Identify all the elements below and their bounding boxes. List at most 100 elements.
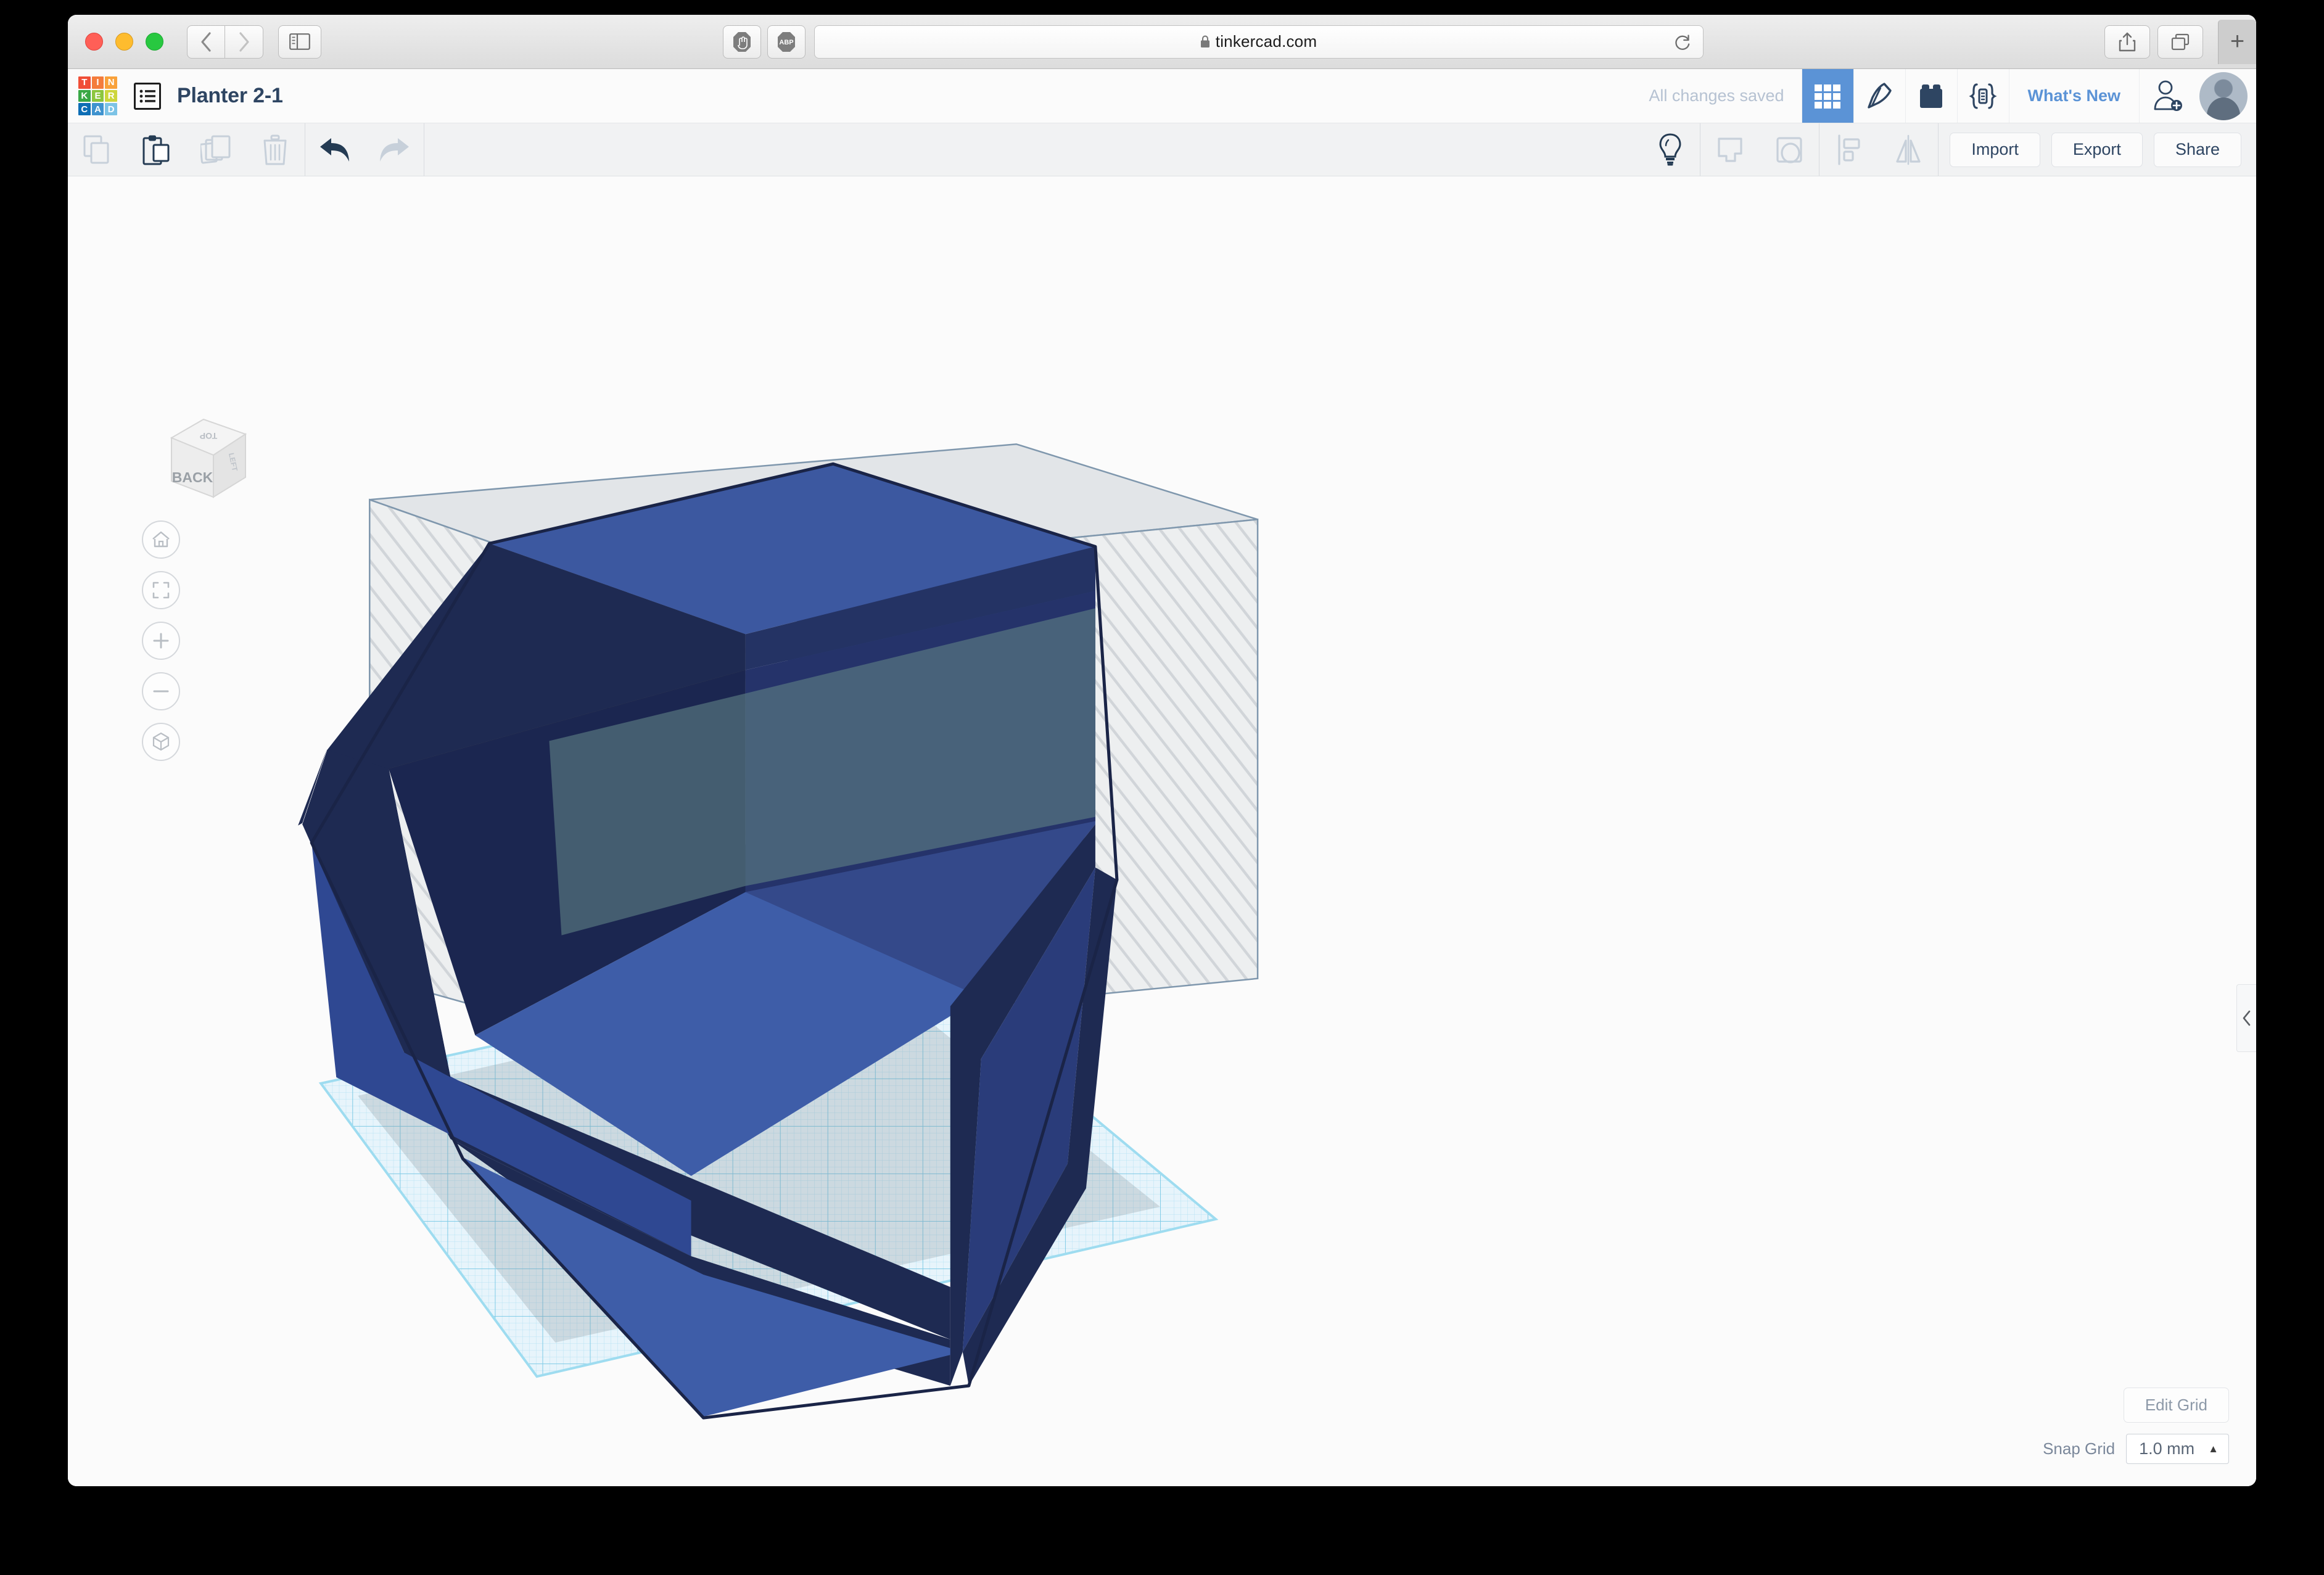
copy-button[interactable] bbox=[68, 123, 127, 176]
edit-grid-button[interactable]: Edit Grid bbox=[2123, 1388, 2229, 1423]
ungroup-shapes-icon bbox=[1776, 136, 1802, 163]
code-braces-icon bbox=[1969, 83, 1997, 109]
home-view-button[interactable] bbox=[142, 520, 180, 559]
lock-icon bbox=[1200, 35, 1210, 48]
ghostery-extension-button[interactable] bbox=[722, 25, 761, 59]
tab-3d-designs[interactable] bbox=[1801, 69, 1853, 123]
import-button[interactable]: Import bbox=[1950, 132, 2040, 167]
home-icon bbox=[152, 531, 170, 548]
delete-button[interactable] bbox=[245, 123, 305, 176]
browser-extensions: ABP bbox=[722, 25, 806, 59]
snap-grid-select[interactable]: 1.0 mm ▲ bbox=[2126, 1434, 2229, 1464]
url-bar[interactable]: tinkercad.com bbox=[814, 25, 1704, 59]
edit-toolbar-right: Import Export Share bbox=[1641, 123, 2256, 176]
redo-arrow-icon bbox=[380, 138, 409, 162]
logo-tile: T bbox=[78, 76, 91, 89]
chevron-left-icon bbox=[2243, 1010, 2250, 1026]
tab-overview-icon bbox=[2171, 33, 2190, 50]
snap-grid-label: Snap Grid bbox=[2043, 1439, 2116, 1458]
edit-toolbar: Import Export Share bbox=[68, 123, 2256, 176]
browser-right-controls: + bbox=[2104, 19, 2256, 64]
export-button[interactable]: Export bbox=[2051, 132, 2143, 167]
chevron-left-icon bbox=[201, 31, 211, 52]
zoom-in-button[interactable] bbox=[142, 622, 180, 660]
logo-tile: R bbox=[105, 89, 117, 102]
logo-tile: N bbox=[105, 76, 117, 89]
lightbulb-icon bbox=[1659, 133, 1681, 165]
reload-icon bbox=[1675, 34, 1689, 50]
hide-show-button[interactable] bbox=[1641, 123, 1700, 176]
undo-button[interactable] bbox=[305, 123, 365, 176]
minimize-window-button[interactable] bbox=[115, 33, 133, 51]
logo-tile: D bbox=[105, 103, 117, 115]
copy-icon bbox=[83, 135, 109, 163]
group-button[interactable] bbox=[1700, 123, 1760, 176]
tinkercad-logo[interactable]: T I N K E R C A D bbox=[78, 76, 117, 115]
nav-button-group bbox=[187, 25, 263, 59]
grid-gallery-icon bbox=[1815, 84, 1841, 109]
adblock-plus-extension-icon: ABP bbox=[777, 31, 795, 52]
adblock-plus-extension-button[interactable]: ABP bbox=[767, 25, 806, 59]
cube-ortho-icon bbox=[152, 732, 170, 751]
group-shapes-icon bbox=[1718, 137, 1742, 162]
project-menu-button[interactable] bbox=[134, 83, 161, 110]
browser-chrome: ABP tinkercad.com + bbox=[68, 15, 2256, 69]
avatar[interactable] bbox=[2199, 72, 2248, 120]
maximize-window-button[interactable] bbox=[146, 33, 163, 51]
snap-grid-row: Snap Grid 1.0 mm ▲ bbox=[2043, 1434, 2229, 1464]
url-hostname: tinkercad.com bbox=[1215, 32, 1317, 51]
paste-button[interactable] bbox=[127, 123, 186, 176]
tab-codeblocks[interactable] bbox=[1853, 69, 1905, 123]
minus-icon bbox=[153, 690, 169, 693]
reload-button[interactable] bbox=[1673, 33, 1692, 55]
list-menu-icon bbox=[139, 89, 155, 103]
whats-new-link[interactable]: What's New bbox=[2008, 69, 2139, 123]
trash-icon bbox=[263, 134, 287, 165]
share-upload-icon bbox=[2119, 32, 2136, 51]
redo-button[interactable] bbox=[365, 123, 424, 176]
snap-grid-value: 1.0 mm bbox=[2139, 1439, 2195, 1458]
history-group bbox=[305, 123, 424, 176]
paste-icon bbox=[142, 135, 170, 165]
align-icon bbox=[1838, 134, 1860, 165]
back-button[interactable] bbox=[187, 25, 225, 59]
logo-tile: K bbox=[78, 89, 91, 102]
mirror-button[interactable] bbox=[1879, 123, 1938, 176]
view-cube-front-label: BACK bbox=[172, 469, 213, 485]
codeblocks-pickaxe-icon bbox=[1868, 82, 1892, 109]
tab-overview-button[interactable] bbox=[2157, 25, 2203, 59]
add-person-icon bbox=[2154, 80, 2182, 111]
plus-icon bbox=[153, 633, 169, 649]
share-button[interactable] bbox=[2104, 25, 2150, 59]
lego-brick-icon bbox=[1920, 84, 1943, 108]
sidebar-toggle-button[interactable] bbox=[278, 25, 321, 59]
chevron-right-icon bbox=[239, 31, 249, 52]
align-button[interactable] bbox=[1819, 123, 1879, 176]
tab-bricks[interactable] bbox=[1905, 69, 1957, 123]
share-button[interactable]: Share bbox=[2153, 132, 2241, 167]
forward-button[interactable] bbox=[225, 25, 263, 59]
3d-scene[interactable] bbox=[68, 176, 2256, 1486]
orthographic-toggle-button[interactable] bbox=[142, 723, 180, 761]
zoom-out-button[interactable] bbox=[142, 672, 180, 710]
mirror-flip-icon bbox=[1896, 134, 1921, 165]
design-canvas[interactable]: BACK TOP LEFT Edit Grid Snap Grid 1.0 mm… bbox=[68, 176, 2256, 1486]
sidebar-panel-icon bbox=[289, 33, 310, 50]
duplicate-icon bbox=[200, 135, 231, 163]
view-nav-buttons bbox=[142, 520, 180, 761]
expand-right-panel-button[interactable] bbox=[2236, 984, 2256, 1052]
logo-tile: E bbox=[91, 89, 104, 102]
fit-to-view-button[interactable] bbox=[142, 571, 180, 609]
new-tab-button[interactable]: + bbox=[2218, 19, 2256, 64]
add-person-button[interactable] bbox=[2139, 69, 2196, 123]
view-cube[interactable]: BACK TOP LEFT bbox=[159, 406, 258, 508]
duplicate-button[interactable] bbox=[186, 123, 245, 176]
page-title[interactable]: Planter 2-1 bbox=[177, 84, 283, 108]
window-traffic-lights bbox=[85, 33, 163, 51]
close-window-button[interactable] bbox=[85, 33, 103, 51]
ghostery-extension-icon bbox=[733, 31, 751, 52]
tab-code-braces[interactable] bbox=[1956, 69, 2009, 123]
ungroup-button[interactable] bbox=[1760, 123, 1819, 176]
tinkercad-app: T I N K E R C A D Planter 2-1 All change… bbox=[68, 69, 2256, 1486]
